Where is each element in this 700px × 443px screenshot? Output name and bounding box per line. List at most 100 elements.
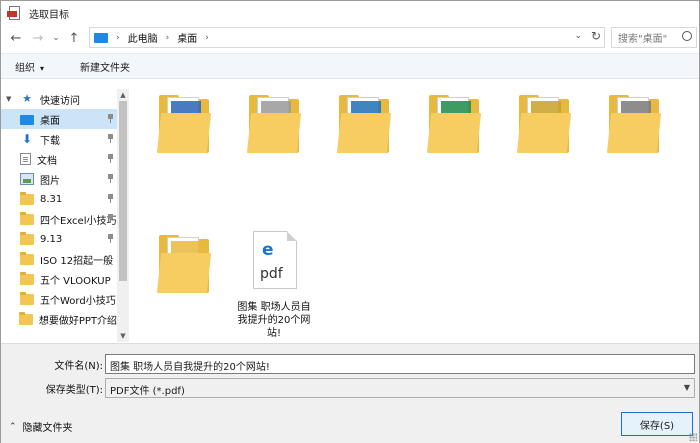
filetype-label: 保存类型(T): xyxy=(45,385,103,396)
back-arrow-icon[interactable]: ← xyxy=(5,27,27,49)
sidebar-item-label: 桌面 xyxy=(40,115,60,127)
sidebar-item-3[interactable]: 文档 xyxy=(1,149,117,169)
folder-tile[interactable] xyxy=(505,91,583,161)
file-name: 图集 职场人员自我提升的20个网站! xyxy=(237,302,311,339)
address-row: ← → ⌄ ↑ › 此电脑 › 桌面 › ⌄ ↻ 搜索"桌面" xyxy=(1,25,699,51)
pin-icon xyxy=(107,214,114,223)
sidebar-item-6[interactable]: 四个Excel小技巧 xyxy=(1,209,117,229)
this-pc-icon xyxy=(94,32,108,43)
new-folder-button[interactable]: 新建文件夹 xyxy=(72,59,138,74)
caret-down-icon: ▾ xyxy=(40,63,45,73)
folder-icon xyxy=(245,91,303,157)
filetype-select[interactable]: PDF文件 (*.pdf) ▼ xyxy=(105,378,695,398)
pin-icon xyxy=(107,194,114,203)
folder-tile[interactable] xyxy=(415,91,493,161)
up-arrow-icon[interactable]: ↑ xyxy=(63,27,85,49)
expand-chevron-icon[interactable]: ▼ xyxy=(6,95,16,103)
chevron-up-icon: ⌃ xyxy=(9,421,17,432)
scroll-down-icon[interactable]: ▼ xyxy=(117,330,129,342)
sidebar-item-label: 下载 xyxy=(40,135,60,147)
address-bar[interactable]: › 此电脑 › 桌面 › ⌄ ↻ xyxy=(89,27,605,48)
star-icon: ★ xyxy=(22,92,32,105)
hide-folders-label: 隐藏文件夹 xyxy=(22,423,73,434)
folder-tile[interactable] xyxy=(145,91,223,161)
breadcrumb-separator-icon: › xyxy=(205,32,209,43)
sidebar-item-label: 9.13 xyxy=(40,233,63,245)
search-placeholder: 搜索"桌面" xyxy=(618,34,668,45)
hide-folders-button[interactable]: ⌃ 隐藏文件夹 xyxy=(9,419,73,435)
sidebar-item-label: 四个Excel小技巧 xyxy=(40,215,117,227)
forward-arrow-icon[interactable]: → xyxy=(27,27,49,49)
sidebar-item-label: ISO 12招起一般 xyxy=(40,255,114,267)
title-bar: 选取目标 xyxy=(1,1,699,25)
folder-icon xyxy=(605,91,663,157)
organize-button[interactable]: 组织 ▾ xyxy=(7,59,52,74)
filetype-value: PDF文件 (*.pdf) xyxy=(110,386,185,397)
pdf-file-icon: e pdf xyxy=(245,231,303,297)
pin-icon xyxy=(107,134,114,143)
address-dropdown-icon[interactable]: ⌄ xyxy=(574,31,582,41)
edge-logo-icon: e xyxy=(262,240,274,260)
sidebar-item-label: 想要做好PPT介绍 xyxy=(38,315,117,327)
sidebar-item-label: 五个Word小技巧 xyxy=(40,295,116,307)
pin-icon xyxy=(107,114,114,123)
folder-icon xyxy=(18,311,33,325)
window-title: 选取目标 xyxy=(29,9,69,21)
pin-icon xyxy=(107,174,114,183)
sidebar-item-1[interactable]: 桌面 xyxy=(1,109,117,129)
breadcrumb-separator-icon: › xyxy=(165,32,170,43)
sidebar-item-0[interactable]: ▼ ★ 快速访问 xyxy=(1,89,117,109)
search-input[interactable]: 搜索"桌面" xyxy=(611,27,697,48)
resize-grip-icon[interactable] xyxy=(689,433,697,441)
sidebar-item-7[interactable]: 9.13 xyxy=(1,229,117,249)
folder-icon xyxy=(335,91,393,157)
scrollbar-thumb[interactable] xyxy=(119,101,127,281)
breadcrumb-desktop[interactable]: 桌面 xyxy=(177,30,197,45)
folder-tile[interactable] xyxy=(325,91,403,161)
breadcrumb-this-pc[interactable]: 此电脑 xyxy=(128,30,158,45)
sidebar-item-2[interactable]: ⬇ 下载 xyxy=(1,129,117,149)
sidebar-item-9[interactable]: 五个 VLOOKUP xyxy=(1,269,117,289)
save-button[interactable]: 保存(S) xyxy=(621,412,693,436)
folder-tile[interactable] xyxy=(145,231,223,301)
pin-icon xyxy=(107,234,114,243)
save-form: 文件名(N): 图集 职场人员自我提升的20个网站! 保存类型(T): PDF文… xyxy=(1,343,699,443)
folder-icon xyxy=(425,91,483,157)
chevron-down-icon: ▼ xyxy=(683,383,690,392)
organize-label: 组织 xyxy=(15,62,35,74)
filename-input[interactable]: 图集 职场人员自我提升的20个网站! xyxy=(105,354,695,374)
folder-icon xyxy=(155,231,213,297)
refresh-icon[interactable]: ↻ xyxy=(591,29,601,43)
sidebar-item-10[interactable]: 五个Word小技巧 xyxy=(1,289,117,309)
sidebar-item-11[interactable]: 想要做好PPT介绍 xyxy=(1,309,117,329)
file-view: e pdf 图集 职场人员自我提升的20个网站! xyxy=(131,81,697,342)
filename-label: 文件名(N): xyxy=(54,361,103,372)
pin-icon xyxy=(107,154,114,163)
recent-locations-chevron-icon[interactable]: ⌄ xyxy=(49,27,63,49)
sidebar-item-5[interactable]: 8.31 xyxy=(1,189,117,209)
sidebar-item-label: 五个 VLOOKUP xyxy=(40,275,111,287)
breadcrumb-separator-icon: › xyxy=(116,32,120,43)
sidebar-item-label: 快速访问 xyxy=(40,95,80,107)
filename-row: 文件名(N): 图集 职场人员自我提升的20个网站! xyxy=(1,354,699,374)
folder-tile[interactable] xyxy=(235,91,313,161)
command-bar: 组织 ▾ 新建文件夹 xyxy=(1,53,699,79)
sidebar-item-8[interactable]: ISO 12招起一般 xyxy=(1,249,117,269)
pdf-file-tile[interactable]: e pdf 图集 职场人员自我提升的20个网站! xyxy=(235,231,313,340)
navigation-scrollbar[interactable]: ▲ ▼ xyxy=(117,89,129,342)
folder-tile[interactable] xyxy=(595,91,673,161)
sidebar-item-label: 图片 xyxy=(40,175,60,187)
navigation-list: ▼ ★ 快速访问桌面 ⬇ 下载文档图片 8.31 四个Excel小技巧 9.13 ISO 12招… xyxy=(1,89,117,329)
folder-icon xyxy=(20,231,34,245)
desktop-icon xyxy=(20,114,34,125)
sidebar-item-4[interactable]: 图片 xyxy=(1,169,117,189)
pdf-icon-label: pdf xyxy=(260,266,283,282)
sidebar-item-label: 文档 xyxy=(37,155,57,167)
folder-icon xyxy=(20,291,34,305)
search-icon xyxy=(682,31,692,41)
save-dialog: 选取目标 ← → ⌄ ↑ › 此电脑 › 桌面 › ⌄ ↻ 搜索"桌面" 组织 ▾… xyxy=(0,0,700,443)
folder-icon xyxy=(155,91,213,157)
scroll-up-icon[interactable]: ▲ xyxy=(117,89,129,101)
folder-icon xyxy=(20,211,34,225)
folder-icon xyxy=(20,271,34,285)
